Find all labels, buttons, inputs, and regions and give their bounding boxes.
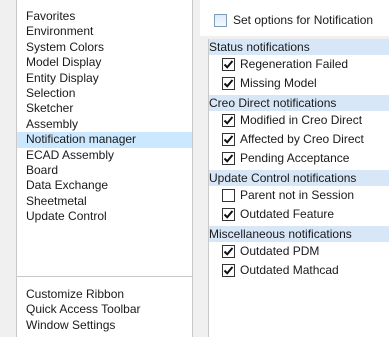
category-list: Favorites Environment System Colors Model D… xyxy=(17,0,192,224)
option-checkbox[interactable] xyxy=(222,133,235,146)
notification-option[interactable]: Outdated PDM xyxy=(209,242,389,261)
options-header: Set options for Notification xyxy=(200,0,389,36)
category-item[interactable]: Sheetmetal xyxy=(17,194,192,209)
group-header: Update Control notifications xyxy=(209,170,389,186)
notification-option[interactable]: Regeneration Failed xyxy=(209,55,389,74)
group-title: Status notifications xyxy=(209,40,310,54)
options-dialog: Favorites Environment System Colors Model D… xyxy=(0,0,389,337)
category-item[interactable]: Sketcher xyxy=(17,101,192,116)
notification-option[interactable]: Outdated Mathcad xyxy=(209,261,389,280)
option-checkbox[interactable] xyxy=(222,58,235,71)
category-item[interactable]: Environment xyxy=(17,24,192,39)
option-label: Missing Model xyxy=(240,76,317,90)
category-item[interactable]: Assembly xyxy=(17,117,192,132)
checkmark-icon xyxy=(223,116,234,125)
set-options-label: Set options for Notification xyxy=(233,13,374,27)
notification-option[interactable]: Outdated Feature xyxy=(209,205,389,224)
category-item[interactable]: System Colors xyxy=(17,40,192,55)
option-label: Outdated Feature xyxy=(240,207,335,221)
notification-option[interactable]: Missing Model xyxy=(209,74,389,93)
option-checkbox[interactable] xyxy=(222,245,235,258)
group-header: Status notifications xyxy=(209,39,389,55)
option-checkbox[interactable] xyxy=(222,77,235,90)
category-item[interactable]: Update Control xyxy=(17,209,192,224)
option-label: Pending Acceptance xyxy=(240,151,350,165)
notification-option[interactable]: Modified in Creo Direct xyxy=(209,111,389,130)
checkmark-icon xyxy=(223,247,234,256)
option-label: Modified in Creo Direct xyxy=(240,113,363,127)
category-item[interactable]: Selection xyxy=(17,86,192,101)
option-checkbox[interactable] xyxy=(222,208,235,221)
category-item[interactable]: Entity Display xyxy=(17,71,192,86)
checkmark-icon xyxy=(223,79,234,88)
category-item[interactable]: Notification manager xyxy=(17,132,192,148)
option-checkbox[interactable] xyxy=(222,189,235,202)
notification-option[interactable]: Parent not in Session xyxy=(209,186,389,205)
customization-item[interactable]: Window Settings xyxy=(17,318,192,333)
notification-option[interactable]: Pending Acceptance xyxy=(209,149,389,168)
category-separator xyxy=(17,276,192,277)
option-checkbox[interactable] xyxy=(222,152,235,165)
checkmark-icon xyxy=(223,154,234,163)
category-item[interactable]: Model Display xyxy=(17,55,192,70)
category-item[interactable]: Board xyxy=(17,163,192,178)
group-title: Update Control notifications xyxy=(209,171,357,185)
checkmark-icon xyxy=(223,60,234,69)
option-label: Outdated PDM xyxy=(240,244,320,258)
category-item[interactable]: ECAD Assembly xyxy=(17,148,192,163)
option-checkbox[interactable] xyxy=(222,264,235,277)
group-header: Miscellaneous notifications xyxy=(209,226,389,242)
category-list-panel: Favorites Environment System Colors Model D… xyxy=(16,0,193,337)
option-label: Outdated Mathcad xyxy=(240,263,339,277)
option-label: Parent not in Session xyxy=(240,188,355,202)
customization-item[interactable]: Quick Access Toolbar xyxy=(17,302,192,317)
checkmark-icon xyxy=(223,266,234,275)
group-header: Creo Direct notifications xyxy=(209,95,389,111)
category-item[interactable]: Data Exchange xyxy=(17,178,192,193)
option-checkbox[interactable] xyxy=(222,114,235,127)
checkmark-icon xyxy=(223,135,234,144)
option-label: Affected by Creo Direct xyxy=(240,132,364,146)
checkmark-icon xyxy=(223,210,234,219)
customization-list: Customize Ribbon Quick Access Toolbar Wind… xyxy=(17,287,192,333)
category-item[interactable]: Favorites xyxy=(17,0,192,24)
notification-option[interactable]: Affected by Creo Direct xyxy=(209,130,389,149)
set-options-checkbox[interactable] xyxy=(214,14,227,27)
group-title: Creo Direct notifications xyxy=(209,96,337,110)
group-title: Miscellaneous notifications xyxy=(209,227,352,241)
customization-item[interactable]: Customize Ribbon xyxy=(17,287,192,302)
option-label: Regeneration Failed xyxy=(240,57,349,71)
notification-options-panel: Set options for Notification Status noti… xyxy=(200,0,389,337)
notification-options-list: Status notifications Regeneration Failed M… xyxy=(208,39,389,337)
